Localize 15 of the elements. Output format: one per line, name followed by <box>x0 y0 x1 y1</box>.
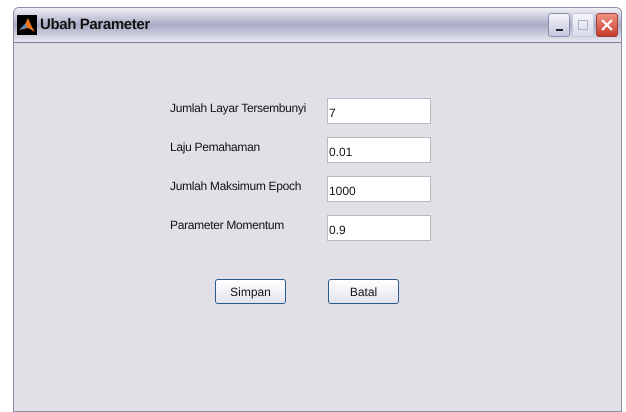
close-icon <box>601 19 613 31</box>
input-field[interactable]: 1000 <box>327 176 431 202</box>
field-label: Laju Pemahaman <box>170 139 261 156</box>
dialog-button[interactable]: Batal <box>328 279 399 304</box>
app-logo-icon <box>17 15 37 35</box>
field-label: Jumlah Maksimum Epoch <box>170 178 302 195</box>
close-button[interactable] <box>596 13 618 37</box>
input-field[interactable]: 7 <box>327 98 431 124</box>
field-label: Parameter Momentum <box>170 217 285 234</box>
minimize-button[interactable] <box>548 13 570 37</box>
input-field[interactable]: 0.01 <box>327 137 431 163</box>
window-title: Ubah Parameter <box>40 14 150 35</box>
input-field[interactable]: 0.9 <box>327 215 431 241</box>
field-label: Jumlah Layar Tersembunyi <box>170 100 307 117</box>
dialog-button[interactable]: Simpan <box>215 279 286 304</box>
